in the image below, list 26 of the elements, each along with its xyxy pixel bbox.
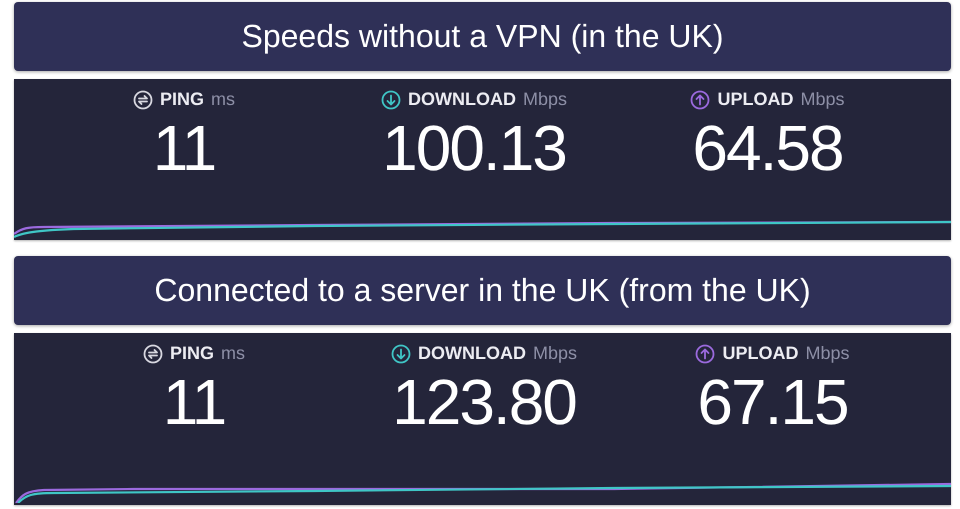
metric-unit: ms [211, 89, 235, 110]
upload-icon [690, 90, 710, 110]
metric-unit: ms [221, 343, 245, 364]
download-icon [381, 90, 401, 110]
metric-value: 64.58 [692, 116, 843, 180]
metric-value: 67.15 [697, 370, 848, 434]
download-icon [391, 344, 411, 364]
section-title: Speeds without a VPN (in the UK) [14, 2, 951, 71]
metric-label: DOWNLOAD [418, 343, 526, 364]
metric-unit: Mbps [800, 89, 844, 110]
upload-icon [695, 344, 716, 364]
metric-label: PING [160, 89, 204, 110]
metric-value: 11 [162, 370, 226, 434]
metric-unit: Mbps [805, 343, 850, 364]
exchange-arrows-icon [142, 344, 163, 364]
metric-label: UPLOAD [722, 343, 798, 364]
metric-label: UPLOAD [717, 89, 794, 110]
exchange-arrows-icon [132, 90, 153, 110]
metric-label: DOWNLOAD [408, 89, 516, 110]
metric-unit: Mbps [522, 89, 567, 110]
section-title: Connected to a server in the UK (from the UK) [14, 256, 951, 325]
metric-value: 11 [152, 116, 216, 180]
metric-value: 100.13 [382, 116, 566, 180]
metric-value: 123.80 [392, 370, 576, 434]
metric-unit: Mbps [532, 343, 577, 364]
metric-label: PING [170, 343, 214, 364]
